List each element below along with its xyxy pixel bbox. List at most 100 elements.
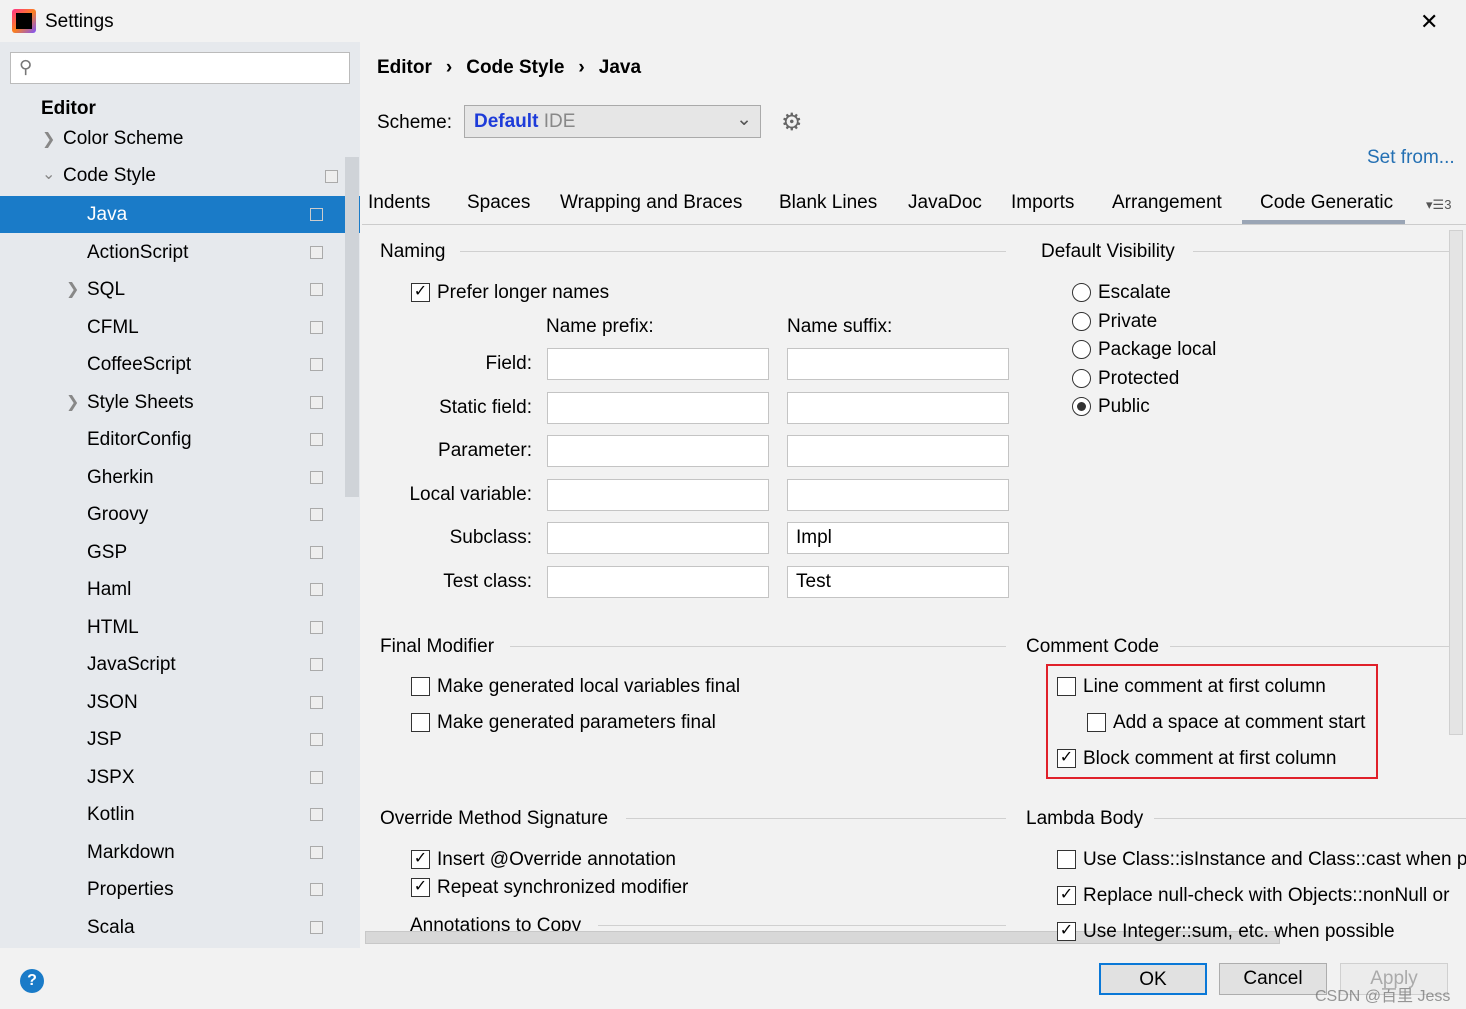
- gear-icon[interactable]: ⚙: [781, 108, 803, 137]
- name-suffix-input[interactable]: Test: [787, 565, 1009, 598]
- vertical-scrollbar[interactable]: [1449, 230, 1463, 735]
- name-prefix-input[interactable]: [547, 348, 769, 380]
- visibility-radio-public[interactable]: [1072, 397, 1091, 416]
- sidebar-item-json[interactable]: JSON: [0, 684, 345, 721]
- comment-space-checkbox[interactable]: [1087, 713, 1106, 732]
- sidebar-item-label: Gherkin: [87, 466, 154, 488]
- scheme-name: Default: [474, 111, 539, 132]
- sidebar-item-gsp[interactable]: GSP: [0, 534, 345, 571]
- search-input[interactable]: ⚲: [10, 52, 350, 84]
- cancel-button[interactable]: Cancel: [1219, 963, 1327, 995]
- close-icon[interactable]: ✕: [1420, 9, 1438, 35]
- sidebar-item-kotlin[interactable]: Kotlin: [0, 796, 345, 833]
- sidebar-item-jsp[interactable]: JSP: [0, 721, 345, 758]
- name-suffix-input[interactable]: [787, 435, 1009, 467]
- final-local-label: Make generated local variables final: [437, 676, 741, 697]
- help-icon[interactable]: ?: [20, 969, 44, 993]
- sidebar-item-markdown[interactable]: Markdown: [0, 834, 345, 871]
- sidebar: ⚲ Editor ❯ Color Scheme ⌄ Code Style Jav…: [0, 42, 360, 948]
- sidebar-item-label: Groovy: [87, 504, 149, 525]
- sidebar-item-groovy[interactable]: Groovy: [0, 496, 345, 533]
- visibility-radio-package-local[interactable]: [1072, 340, 1091, 359]
- naming-row-label: Field:: [485, 353, 532, 374]
- chevron-down-icon[interactable]: ⌄: [42, 164, 55, 184]
- name-suffix-input[interactable]: [787, 391, 1009, 424]
- final-local-checkbox[interactable]: [411, 677, 430, 696]
- set-from-link[interactable]: Set from...: [1367, 147, 1455, 169]
- copy-icon: [310, 770, 323, 784]
- sidebar-item-code-style[interactable]: Code Style: [63, 165, 156, 187]
- sidebar-item-scala[interactable]: Scala: [0, 909, 345, 946]
- nonnull-checkbox[interactable]: ✓: [1057, 886, 1076, 905]
- name-suffix-input[interactable]: [787, 348, 1009, 380]
- final-modifier-title: Final Modifier: [380, 636, 495, 657]
- tab-indents[interactable]: Indents: [368, 190, 430, 224]
- name-suffix-input[interactable]: Impl: [787, 522, 1009, 554]
- name-prefix-input[interactable]: [547, 435, 769, 467]
- sidebar-item-color-scheme[interactable]: Color Scheme: [63, 128, 183, 150]
- sum-label: Use Integer::sum, etc. when possible: [1083, 921, 1395, 942]
- scheme-dropdown[interactable]: Default IDE ⌄: [464, 105, 761, 138]
- sidebar-item-jspx[interactable]: JSPX: [0, 759, 345, 796]
- insert-override-checkbox[interactable]: ✓: [411, 850, 430, 869]
- sidebar-item-actionscript[interactable]: ActionScript: [0, 234, 345, 271]
- sidebar-item-label: SQL: [87, 279, 126, 300]
- chevron-right-icon[interactable]: ❯: [66, 384, 79, 421]
- copy-icon: [325, 170, 338, 183]
- final-params-checkbox[interactable]: [411, 713, 430, 732]
- sidebar-item-javascript[interactable]: JavaScript: [0, 646, 345, 683]
- sidebar-item-style-sheets[interactable]: ❯ Style Sheets: [0, 384, 345, 421]
- repeat-synchronized-checkbox[interactable]: ✓: [411, 878, 430, 897]
- copy-icon: [310, 658, 323, 671]
- block-comment-checkbox[interactable]: ✓: [1057, 749, 1076, 768]
- sidebar-item-properties[interactable]: Properties: [0, 871, 345, 908]
- chevron-right-icon[interactable]: ❯: [42, 129, 55, 149]
- sidebar-item-gherkin[interactable]: Gherkin: [0, 459, 345, 496]
- block-comment-label: Block comment at first column: [1083, 748, 1337, 769]
- visibility-title: Default Visibility: [1041, 241, 1175, 262]
- sidebar-item-haml[interactable]: Haml: [0, 571, 345, 608]
- name-prefix-input[interactable]: [547, 565, 769, 598]
- sidebar-item-cfml[interactable]: CFML: [0, 309, 345, 346]
- active-tab-indicator: [1242, 220, 1405, 224]
- sidebar-item-html[interactable]: HTML: [0, 609, 345, 646]
- name-prefix-input[interactable]: [547, 522, 769, 554]
- copy-icon: [310, 545, 323, 559]
- breadcrumb: Editor › Code Style › Java: [377, 57, 642, 78]
- prefer-longer-checkbox[interactable]: ✓: [411, 283, 430, 302]
- tab-spaces[interactable]: Spaces: [467, 190, 530, 224]
- visibility-radio-protected[interactable]: [1072, 368, 1091, 388]
- tab-imports[interactable]: Imports: [1011, 190, 1074, 224]
- comment-space-label: Add a space at comment start: [1113, 712, 1366, 733]
- sidebar-item-editorconfig[interactable]: EditorConfig: [0, 421, 345, 458]
- window-title: Settings: [45, 11, 114, 32]
- name-suffix-input[interactable]: [787, 478, 1009, 511]
- breadcrumb-item[interactable]: Code Style: [466, 57, 564, 78]
- tab-wrapping-and-braces[interactable]: Wrapping and Braces: [560, 190, 742, 224]
- tab-code-generatic[interactable]: Code Generatic: [1260, 190, 1393, 224]
- isinstance-checkbox[interactable]: [1057, 850, 1076, 869]
- name-prefix-input[interactable]: [547, 478, 769, 511]
- sidebar-item-label: CFML: [87, 316, 139, 338]
- repeat-synchronized-label: Repeat synchronized modifier: [437, 877, 689, 898]
- name-prefix-input[interactable]: [547, 391, 769, 424]
- naming-row-label: Static field:: [439, 396, 532, 418]
- final-params-label: Make generated parameters final: [437, 712, 716, 733]
- sidebar-item-java[interactable]: Java: [0, 196, 360, 233]
- copy-icon: [310, 283, 323, 296]
- ok-button[interactable]: OK: [1099, 963, 1207, 995]
- tabs-overflow-icon[interactable]: ▾☰3: [1426, 197, 1451, 213]
- sidebar-item-sql[interactable]: ❯ SQL: [0, 271, 345, 308]
- tab-javadoc[interactable]: JavaDoc: [908, 190, 982, 224]
- chevron-right-icon[interactable]: ❯: [66, 271, 79, 308]
- visibility-radio-escalate[interactable]: [1072, 283, 1091, 302]
- tab-blank-lines[interactable]: Blank Lines: [779, 190, 877, 224]
- breadcrumb-item[interactable]: Editor: [377, 57, 432, 78]
- sidebar-scrollbar[interactable]: [345, 157, 359, 497]
- sidebar-item-coffeescript[interactable]: CoffeeScript: [0, 346, 345, 383]
- visibility-radio-private[interactable]: [1072, 311, 1091, 331]
- sum-checkbox[interactable]: ✓: [1057, 922, 1076, 941]
- visibility-option-label: Private: [1098, 310, 1158, 332]
- line-comment-checkbox[interactable]: [1057, 677, 1076, 696]
- tab-arrangement[interactable]: Arrangement: [1112, 190, 1222, 224]
